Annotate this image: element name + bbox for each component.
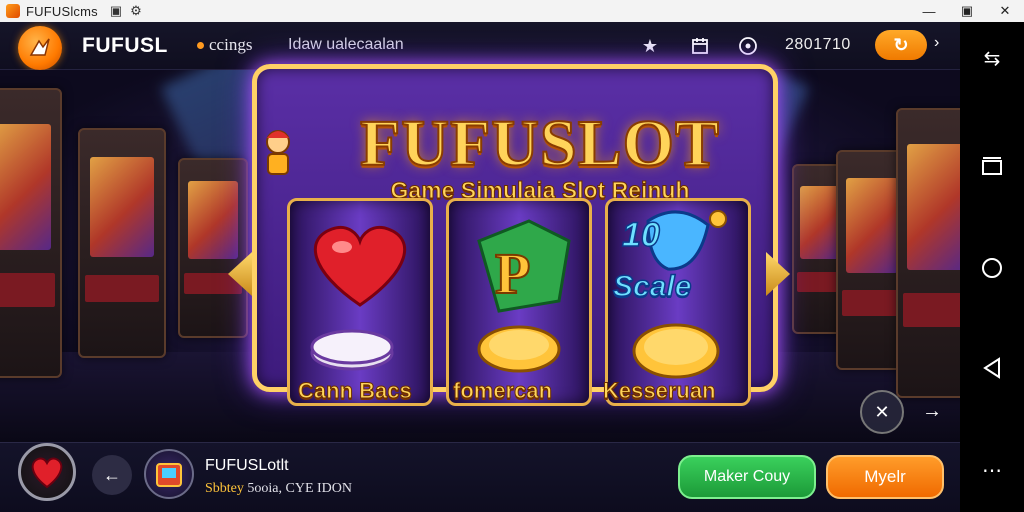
- game-stats: Sbbtey 5ooia, CYE IDON: [205, 481, 352, 497]
- reel-badge: 10: [621, 215, 660, 255]
- green-p-icon: P: [477, 219, 571, 373]
- shuffle-icon: ✕: [874, 401, 890, 422]
- arrow-left-icon: ←: [103, 464, 121, 485]
- reel-1: [287, 198, 433, 406]
- home-icon[interactable]: [980, 256, 1004, 280]
- reel-label-2: fomercan: [452, 378, 553, 404]
- app-window: FUFUSL ccings Idaw ualecaalan ★ 2801710 …: [0, 22, 960, 512]
- game-thumb-icon: [156, 463, 182, 487]
- refresh-icon: ↻: [893, 34, 909, 55]
- logo-icon[interactable]: [18, 26, 62, 70]
- heart-icon: [310, 226, 407, 371]
- game-stats-highlight: Sbbtey: [205, 481, 244, 496]
- reel-2: P: [446, 198, 592, 406]
- more-icon[interactable]: ⋯: [980, 458, 1004, 482]
- back-icon[interactable]: [980, 356, 1004, 380]
- system-navbar: ⇆ ⋯: [960, 22, 1024, 512]
- brand-name: FUFUSL: [82, 34, 168, 57]
- star-icon[interactable]: ★: [638, 34, 662, 58]
- favorite-button[interactable]: [18, 443, 76, 501]
- arcade-cabinet: [78, 128, 166, 358]
- close-icon[interactable]: ✕: [986, 0, 1024, 22]
- game-thumbnail[interactable]: [144, 449, 194, 499]
- recents-icon[interactable]: [980, 154, 1004, 178]
- game-title: FUFUSLOT: [359, 106, 721, 181]
- info-icon[interactable]: [736, 34, 760, 58]
- primary-action-button[interactable]: Maker Couy: [678, 455, 816, 499]
- back-button[interactable]: ←: [92, 455, 132, 495]
- arcade-cabinet: [896, 108, 960, 398]
- shuffle-button[interactable]: ✕: [860, 390, 904, 434]
- bottom-bar: ← FUFUSLotlt Sbbtey 5ooia, CYE IDON Make…: [0, 442, 960, 512]
- window-title: FUFUSlcms: [26, 3, 98, 19]
- top-bar: FUFUSL ccings Idaw ualecaalan ★ 2801710 …: [0, 22, 960, 70]
- heart-icon: [31, 457, 63, 489]
- brand-dot: [197, 42, 204, 49]
- coin-balance: 2801710: [785, 36, 851, 53]
- minimize-icon[interactable]: —: [910, 0, 948, 22]
- game-stats-rest: 5ooia, CYE IDON: [243, 481, 352, 496]
- maximize-icon[interactable]: ▣: [948, 0, 986, 22]
- svg-text:P: P: [495, 241, 530, 306]
- window-controls: — ▣ ✕: [910, 0, 1024, 22]
- coin-refresh-button[interactable]: ↻: [875, 30, 927, 60]
- brand-subtitle: ccings: [209, 35, 253, 54]
- save-icon[interactable]: ▣: [110, 3, 122, 19]
- app-icon: [6, 4, 20, 18]
- next-icon[interactable]: →: [922, 400, 942, 423]
- calendar-icon[interactable]: [688, 34, 712, 58]
- reel-label-3: Kesseruan: [603, 378, 717, 404]
- mascot-icon: [266, 130, 290, 175]
- arcade-cabinet: [178, 158, 248, 338]
- settings-icon[interactable]: ⚙: [130, 3, 142, 19]
- screen: FUFUSlcms ▣ ⚙ — ▣ ✕ FUFUSL ccings Idaw u…: [0, 0, 1024, 512]
- window-titlebar: FUFUSlcms ▣ ⚙ — ▣ ✕: [0, 0, 1024, 22]
- chevron-right-icon[interactable]: ›: [934, 34, 939, 52]
- secondary-action-button[interactable]: Myelr: [826, 455, 944, 499]
- nav-switch-icon[interactable]: ⇆: [980, 46, 1004, 70]
- game-name: FUFUSLotlt: [205, 457, 289, 474]
- arcade-cabinet: [0, 88, 62, 378]
- nav-link[interactable]: Idaw ualecaalan: [288, 36, 404, 54]
- reel-symbol-text: Scale: [612, 269, 692, 304]
- reel-label-1: Cann Bacs: [298, 378, 413, 404]
